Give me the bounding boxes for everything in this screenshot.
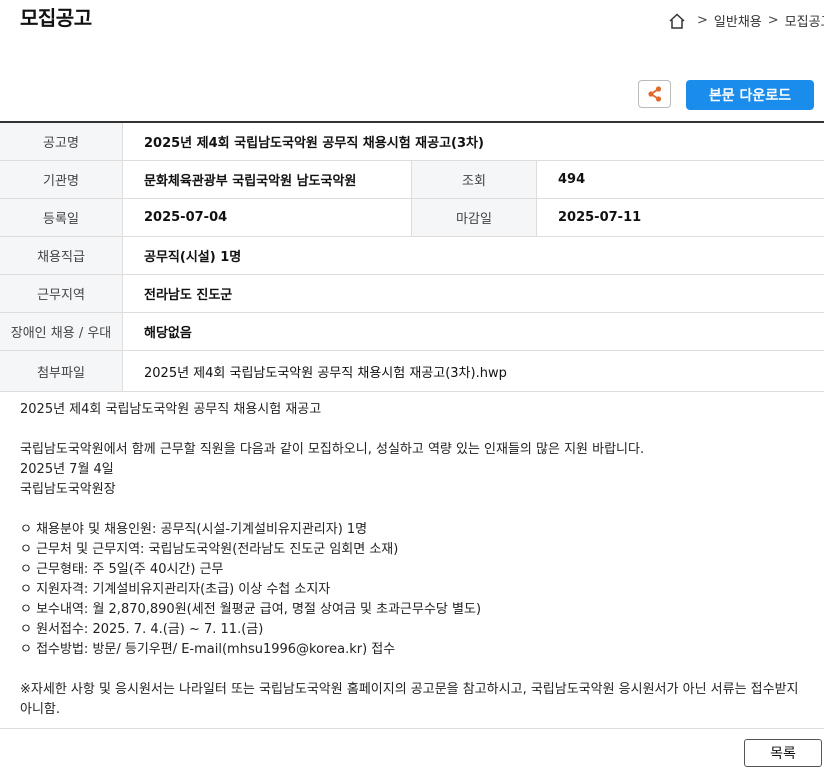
notice-info-table: 공고명 2025년 제4회 국립남도국악원 공무직 채용시험 재공고(3차) 기… bbox=[0, 121, 824, 392]
body-item: ㅇ 보수내역: 월 2,870,890원(세전 월평균 급여, 명절 상여금 및… bbox=[20, 602, 482, 617]
org-value: 문화체육관광부 국립국악원 남도국악원 bbox=[122, 160, 412, 199]
download-body-button[interactable]: 본문 다운로드 bbox=[686, 80, 814, 110]
body-heading: 2025년 제4회 국립남도국악원 공무직 채용시험 재공고 bbox=[20, 402, 322, 417]
breadcrumb-item-notice[interactable]: 모집공고 bbox=[785, 11, 824, 30]
share-button[interactable] bbox=[638, 80, 671, 108]
breadcrumb: > 일반채용 > 모집공고 bbox=[668, 11, 824, 30]
grade-label: 채용직급 bbox=[0, 236, 123, 275]
body-item: ㅇ 원서접수: 2025. 7. 4.(금) ~ 7. 11.(금) bbox=[20, 622, 264, 637]
page-title: 모집공고 bbox=[20, 6, 92, 30]
body-intro: 국립남도국악원에서 함께 근무할 직원을 다음과 같이 모집하오니, 성실하고 … bbox=[20, 442, 645, 457]
attachment-link[interactable]: 2025년 제4회 국립남도국악원 공무직 채용시험 재공고(3차).hwp bbox=[122, 350, 824, 392]
views-label: 조회 bbox=[411, 160, 537, 199]
body-signer: 국립남도국악원장 bbox=[20, 482, 116, 497]
breadcrumb-item-recruit[interactable]: 일반채용 bbox=[714, 11, 762, 30]
divider bbox=[0, 728, 824, 729]
reg-date-value: 2025-07-04 bbox=[122, 198, 412, 237]
list-button[interactable]: 목록 bbox=[744, 739, 822, 767]
org-label: 기관명 bbox=[0, 160, 123, 199]
disability-label: 장애인 채용 / 우대 bbox=[0, 312, 123, 351]
body-item: ㅇ 지원자격: 기계설비유지관리자(초급) 이상 수첩 소지자 bbox=[20, 582, 331, 597]
body-item: ㅇ 근무형태: 주 5일(주 40시간) 근무 bbox=[20, 562, 224, 577]
notice-name-value: 2025년 제4회 국립남도국악원 공무직 채용시험 재공고(3차) bbox=[122, 122, 824, 161]
grade-value: 공무직(시설) 1명 bbox=[122, 236, 824, 275]
body-item: ㅇ 접수방법: 방문/ 등기우편/ E-mail(mhsu1996@korea.… bbox=[20, 642, 396, 657]
reg-date-label: 등록일 bbox=[0, 198, 123, 237]
body-note: ※자세한 사항 및 응시원서는 나라일터 또는 국립남도국악원 홈페이지의 공고… bbox=[20, 682, 799, 717]
table-row: 첨부파일 2025년 제4회 국립남도국악원 공무직 채용시험 재공고(3차).… bbox=[0, 350, 824, 392]
body-item: ㅇ 채용분야 및 채용인원: 공무직(시설-기계설비유지관리자) 1명 bbox=[20, 522, 368, 537]
body-item: ㅇ 근무처 및 근무지역: 국립남도국악원(전라남도 진도군 임회면 소재) bbox=[20, 542, 399, 557]
region-label: 근무지역 bbox=[0, 274, 123, 313]
body-date: 2025년 7월 4일 bbox=[20, 462, 114, 477]
notice-name-label: 공고명 bbox=[0, 122, 123, 161]
table-row: 기관명 문화체육관광부 국립국악원 남도국악원 조회 494 bbox=[0, 160, 824, 199]
table-row: 장애인 채용 / 우대 해당없음 bbox=[0, 312, 824, 351]
breadcrumb-separator: > bbox=[767, 13, 779, 28]
table-row: 채용직급 공무직(시설) 1명 bbox=[0, 236, 824, 275]
table-row: 공고명 2025년 제4회 국립남도국악원 공무직 채용시험 재공고(3차) bbox=[0, 122, 824, 161]
notice-body: 2025년 제4회 국립남도국악원 공무직 채용시험 재공고 국립남도국악원에서… bbox=[20, 400, 810, 720]
deadline-label: 마감일 bbox=[411, 198, 537, 237]
deadline-value: 2025-07-11 bbox=[536, 198, 824, 237]
region-value: 전라남도 진도군 bbox=[122, 274, 824, 313]
disability-value: 해당없음 bbox=[122, 312, 824, 351]
table-row: 등록일 2025-07-04 마감일 2025-07-11 bbox=[0, 198, 824, 237]
breadcrumb-separator: > bbox=[697, 13, 708, 28]
home-icon[interactable] bbox=[668, 12, 686, 30]
table-row: 근무지역 전라남도 진도군 bbox=[0, 274, 824, 313]
views-value: 494 bbox=[536, 160, 824, 199]
share-icon bbox=[647, 86, 661, 102]
attachment-label: 첨부파일 bbox=[0, 350, 123, 392]
